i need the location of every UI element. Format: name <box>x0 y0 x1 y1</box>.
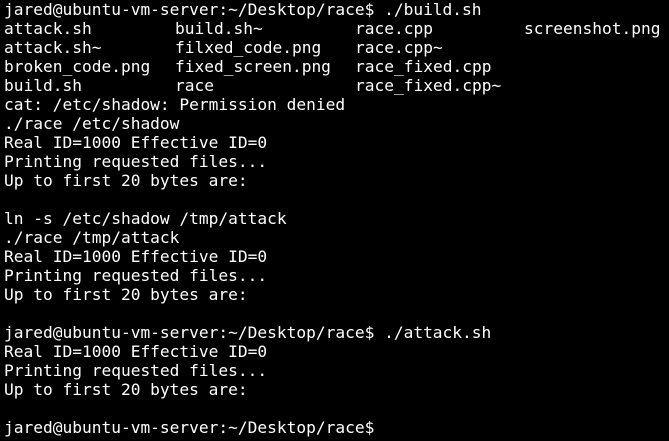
file-name: race.cpp <box>355 19 433 38</box>
terminal-output[interactable]: jared@ubuntu-vm-server:~/Desktop/race$ .… <box>0 0 669 441</box>
file-name: broken_code.png <box>4 57 151 76</box>
output-line: Up to first 20 bytes are: <box>4 171 248 190</box>
file-name: race <box>175 76 214 95</box>
prompt-line-attack: jared@ubuntu-vm-server:~/Desktop/race$ .… <box>4 323 492 342</box>
ls-output-row: broken_code.png fixed_screen.png race_fi… <box>4 57 669 76</box>
file-name: filxed_code.png <box>175 38 322 57</box>
file-name: screenshot.png <box>524 19 661 38</box>
output-line: Real ID=1000 Effective ID=0 <box>4 133 268 152</box>
file-name: race_fixed.cpp~ <box>355 76 502 95</box>
output-line: Printing requested files... <box>4 152 268 171</box>
output-line: Up to first 20 bytes are: <box>4 380 248 399</box>
file-name: attack.sh~ <box>4 38 102 57</box>
output-line: cat: /etc/shadow: Permission denied <box>4 95 346 114</box>
output-line: Printing requested files... <box>4 361 268 380</box>
output-line: ./race /tmp/attack <box>4 228 180 247</box>
file-name: build.sh~ <box>175 19 263 38</box>
file-name: race.cpp~ <box>355 38 443 57</box>
current-prompt[interactable]: jared@ubuntu-vm-server:~/Desktop/race$ <box>4 418 669 437</box>
output-line: Printing requested files... <box>4 266 268 285</box>
output-line: Real ID=1000 Effective ID=0 <box>4 342 268 361</box>
file-name: race_fixed.cpp <box>355 57 492 76</box>
file-name: fixed_screen.png <box>175 57 331 76</box>
output-line: Real ID=1000 Effective ID=0 <box>4 247 268 266</box>
output-line: Up to first 20 bytes are: <box>4 285 248 304</box>
ls-output-row: attack.sh~ filxed_code.png race.cpp~ <box>4 38 669 57</box>
prompt-line-build: jared@ubuntu-vm-server:~/Desktop/race$ .… <box>4 0 482 19</box>
text-cursor <box>384 418 385 433</box>
file-name: attack.sh <box>4 19 92 38</box>
ls-output-row: attack.sh build.sh~ race.cpp screenshot.… <box>4 19 669 38</box>
file-name: build.sh <box>4 76 82 95</box>
output-line: ./race /etc/shadow <box>4 114 180 133</box>
ls-output-row: build.sh race race_fixed.cpp~ <box>4 76 669 95</box>
prompt-text: jared@ubuntu-vm-server:~/Desktop/race$ <box>4 418 385 437</box>
output-line: ln -s /etc/shadow /tmp/attack <box>4 209 287 228</box>
